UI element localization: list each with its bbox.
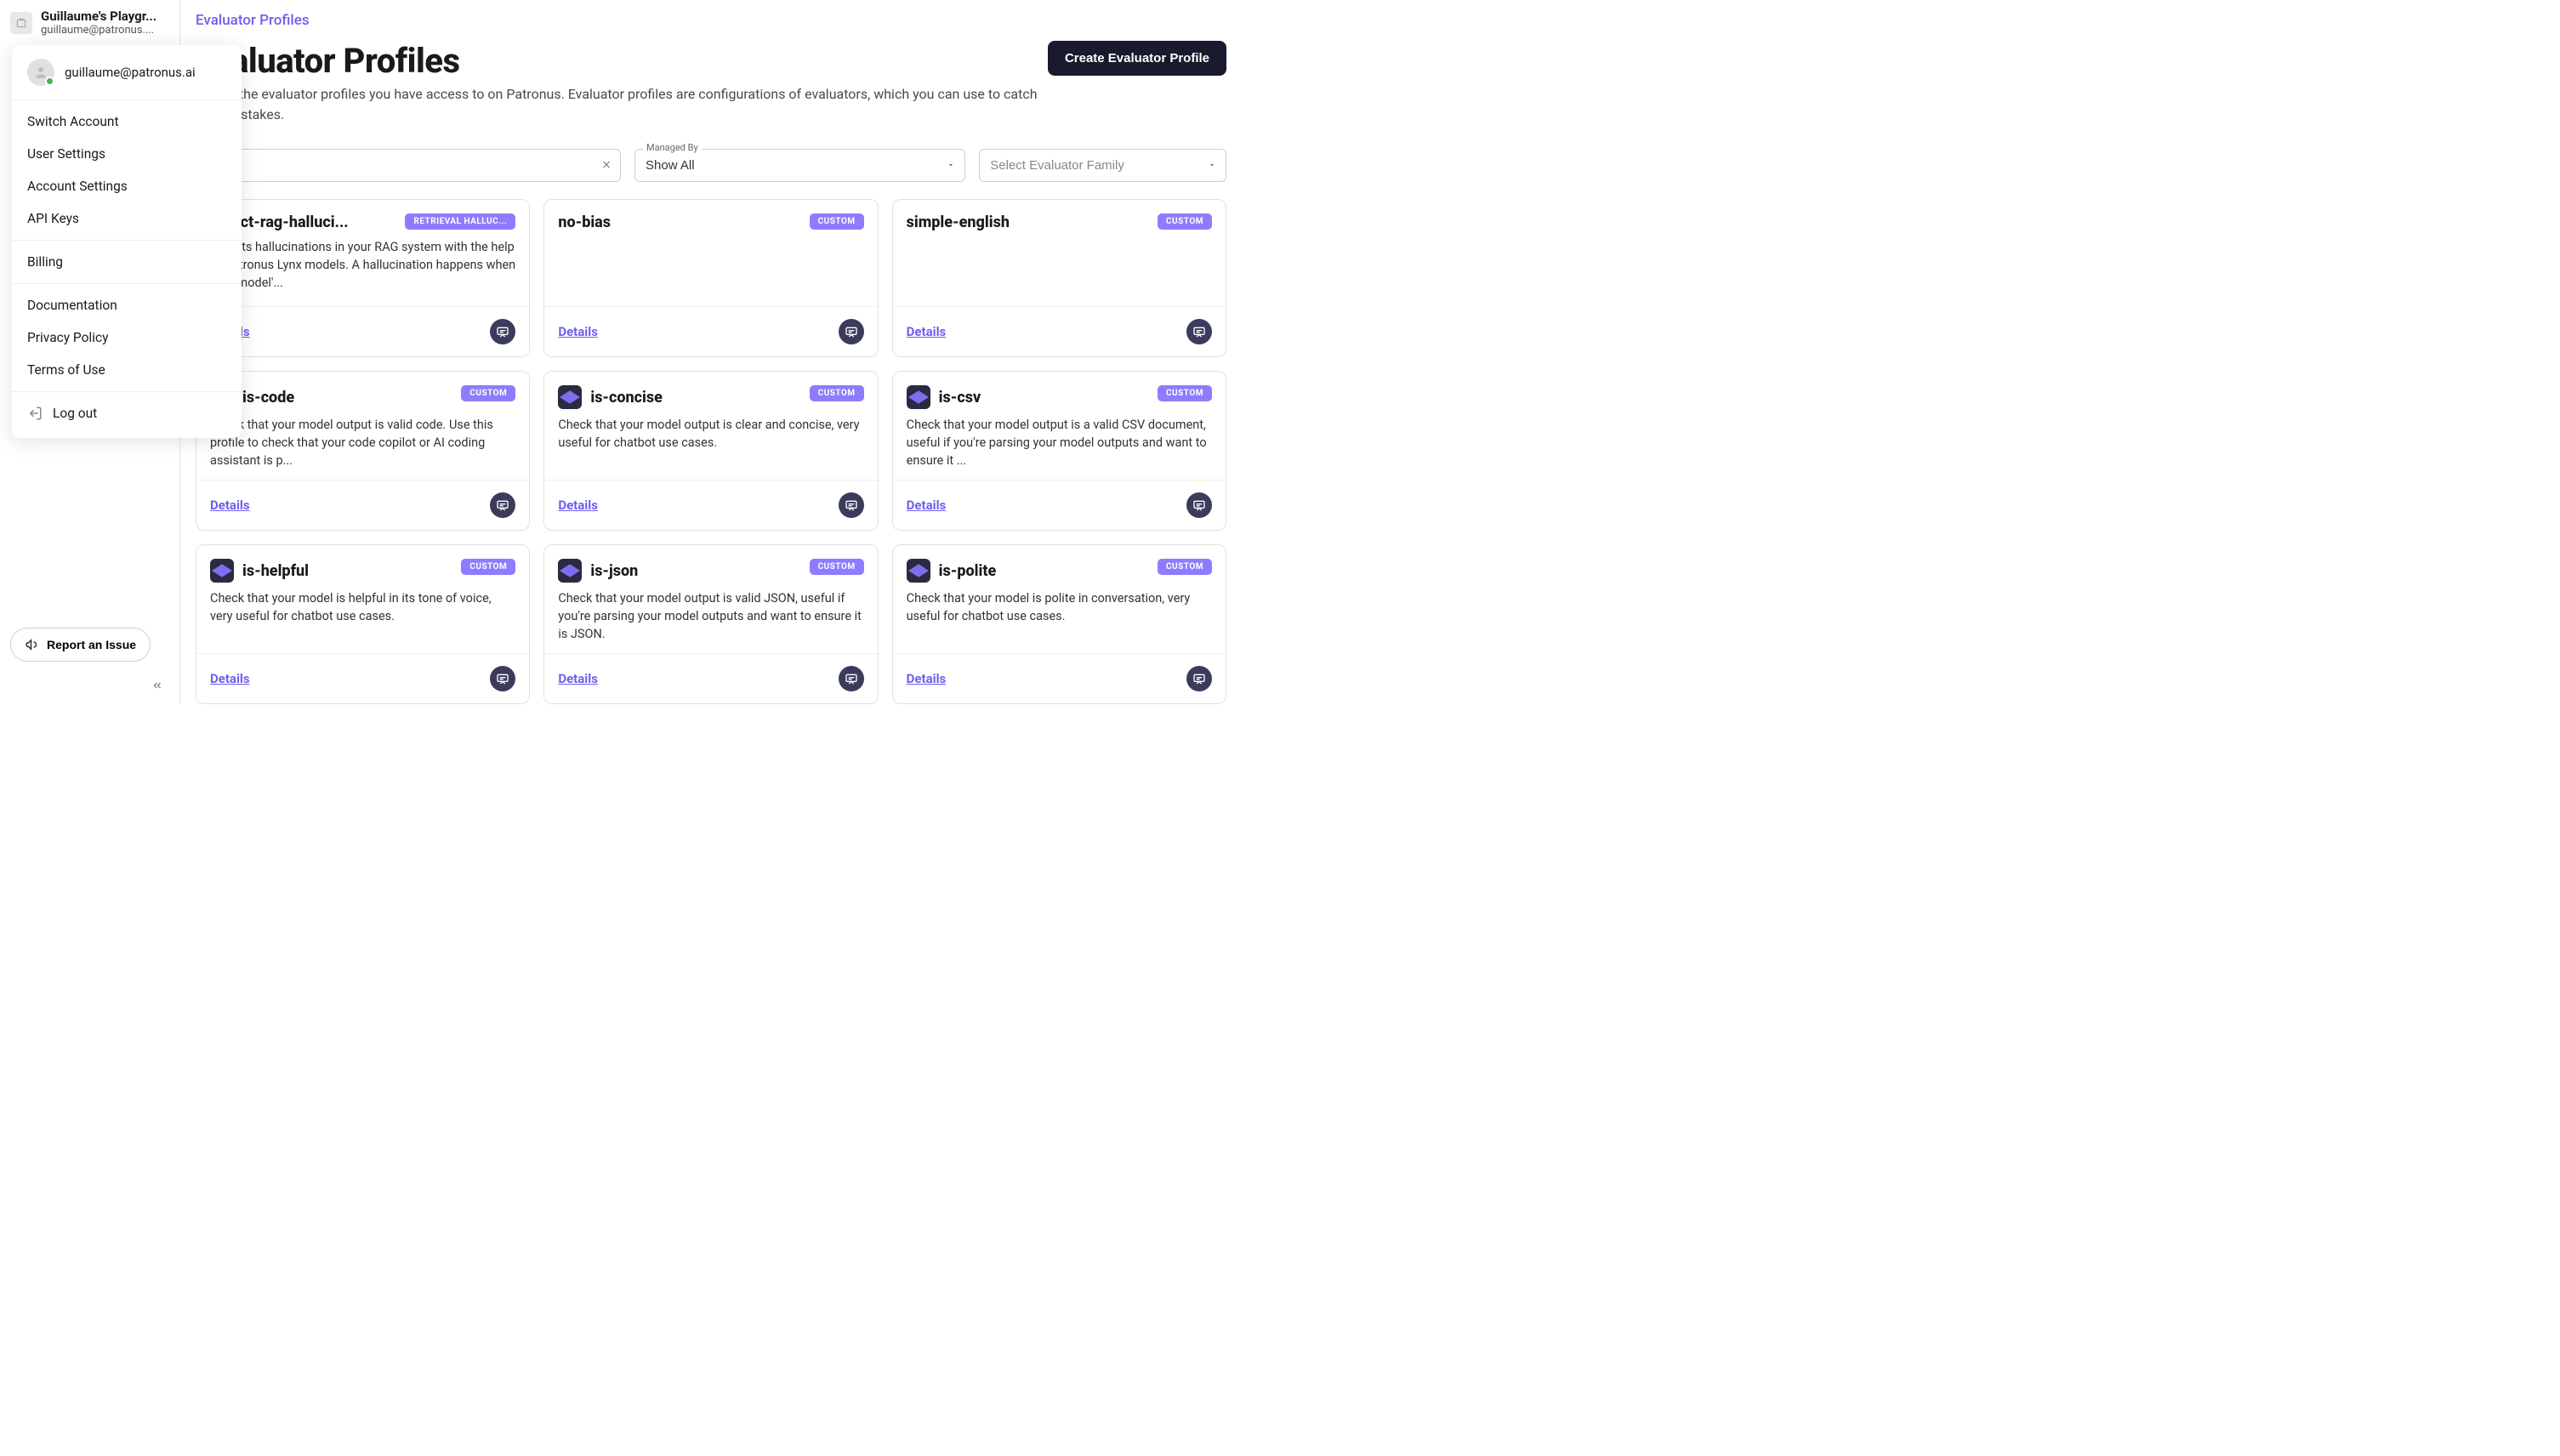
details-link[interactable]: Details [907,671,947,686]
details-link[interactable]: Details [558,324,598,339]
card-badge: CUSTOM [810,385,864,401]
card-description: Check that your model output is clear an… [558,416,863,452]
menu-item-account-settings[interactable]: Account Settings [12,170,242,202]
evaluator-card: is-json CUSTOM Check that your model outpu… [543,544,878,704]
chat-icon [496,672,509,685]
menu-item-log-out[interactable]: Log out [12,397,242,429]
create-evaluator-profile-button[interactable]: Create Evaluator Profile [1048,41,1226,76]
menu-item-documentation[interactable]: Documentation [12,289,242,321]
evaluator-card: is-code CUSTOM Check that your model outpu… [196,371,530,531]
chat-button[interactable] [1186,666,1212,691]
evaluator-card: no-bias CUSTOM Details [543,199,878,357]
card-title: simple-english [907,213,1010,231]
card-description: Check that your model output is valid JS… [558,589,863,643]
org-email: guillaume@patronus.... [41,24,156,37]
chat-icon [845,672,858,685]
chat-icon [1192,498,1206,512]
menu-item-api-keys[interactable]: API Keys [12,202,242,235]
chat-button[interactable] [839,492,864,518]
card-title: is-json [590,562,638,580]
collapse-sidebar-button[interactable] [151,679,164,692]
card-description: Check that your model is helpful in its … [210,589,515,625]
managed-by-label: Managed By [643,142,702,153]
evaluator-card: is-csv CUSTOM Check that your model output… [892,371,1226,531]
card-badge: CUSTOM [1158,213,1212,230]
chat-icon [1192,325,1206,338]
card-title: is-polite [939,562,997,580]
card-title: is-helpful [242,562,309,580]
org-icon [10,12,32,34]
card-badge: CUSTOM [461,559,515,575]
close-icon [600,158,612,170]
evaluator-card: simple-english CUSTOM Details [892,199,1226,357]
card-description: Detects hallucinations in your RAG syste… [210,238,515,292]
chat-button[interactable] [490,319,515,344]
logout-icon [27,406,43,421]
chat-icon [845,498,858,512]
card-description: Check that your model is polite in conve… [907,589,1212,625]
evaluator-card: detect-rag-halluci...RETRIEVAL HALLUC...… [196,199,530,357]
details-link[interactable]: Details [907,324,947,339]
evaluator-card: is-concise CUSTOM Check that your model ou… [543,371,878,531]
card-title: no-bias [558,213,611,231]
online-status-dot [45,77,54,86]
card-title: is-code [242,389,294,407]
chat-icon [1192,672,1206,685]
chat-button[interactable] [839,666,864,691]
menu-item-switch-account[interactable]: Switch Account [12,105,242,138]
card-description: Check that your model output is valid co… [210,416,515,469]
card-description: Check that your model output is a valid … [907,416,1212,469]
menu-item-billing[interactable]: Billing [12,246,242,278]
cube-icon [558,385,582,409]
account-switcher[interactable]: Guillaume's Playgr... guillaume@patronus… [0,0,179,45]
chat-icon [496,325,509,338]
card-badge: CUSTOM [1158,559,1212,575]
evaluator-card: is-polite CUSTOM Check that your model is … [892,544,1226,704]
cube-icon [558,559,582,583]
menu-item-user-settings[interactable]: User Settings [12,138,242,170]
details-link[interactable]: Details [907,498,947,513]
chat-button[interactable] [1186,492,1212,518]
chat-button[interactable] [839,319,864,344]
details-link[interactable]: Details [558,498,598,513]
managed-by-select[interactable]: Show All [634,149,965,182]
evaluator-family-select[interactable]: Select Evaluator Family [979,149,1226,182]
card-badge: CUSTOM [1158,385,1212,401]
cube-icon [210,559,234,583]
cube-icon [907,559,930,583]
menu-item-privacy-policy[interactable]: Privacy Policy [12,321,242,354]
search-input[interactable] [196,149,621,182]
chat-button[interactable] [490,492,515,518]
breadcrumb[interactable]: Evaluator Profiles [196,12,310,29]
card-title: is-csv [939,389,981,407]
org-name: Guillaume's Playgr... [41,9,156,24]
cube-icon [907,385,930,409]
page-subtitle: See all the evaluator profiles you have … [196,84,1046,125]
details-link[interactable]: Details [210,498,250,513]
chat-button[interactable] [1186,319,1212,344]
details-link[interactable]: Details [558,671,598,686]
details-link[interactable]: Details [210,671,250,686]
card-title: is-concise [590,389,663,407]
user-menu-email: guillaume@patronus.ai [65,65,196,80]
user-menu: guillaume@patronus.ai Switch AccountUser… [12,45,242,438]
card-badge: RETRIEVAL HALLUC... [405,213,515,230]
card-badge: CUSTOM [810,213,864,230]
evaluator-card: is-helpful CUSTOM Check that your model is… [196,544,530,704]
chat-icon [845,325,858,338]
chevron-double-left-icon [151,680,163,691]
chat-icon [496,498,509,512]
report-issue-button[interactable]: Report an Issue [10,628,151,662]
report-issue-label: Report an Issue [47,638,136,651]
megaphone-icon [25,637,40,652]
clear-search-button[interactable] [600,157,612,173]
chat-button[interactable] [490,666,515,691]
menu-item-terms-of-use[interactable]: Terms of Use [12,354,242,386]
card-badge: CUSTOM [461,385,515,401]
card-badge: CUSTOM [810,559,864,575]
